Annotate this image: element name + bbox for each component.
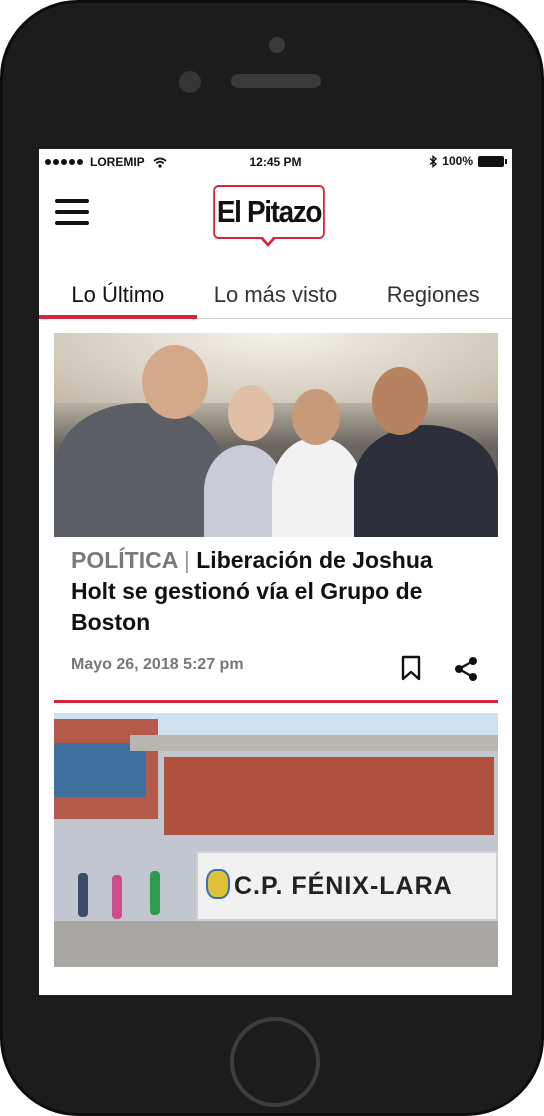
tab-regiones[interactable]: Regiones xyxy=(354,277,512,318)
hamburger-icon[interactable] xyxy=(55,199,89,229)
share-icon[interactable] xyxy=(453,656,479,682)
photo-pedestrian xyxy=(112,875,122,919)
phone-frame: LOREMIP 12:45 PM 100% El Pitazo Lo Últim… xyxy=(0,0,544,1116)
proximity-sensor xyxy=(179,71,201,93)
sign-text: C.P. FÉNIX-LARA xyxy=(234,871,453,900)
photo-windows xyxy=(54,743,146,797)
crest-icon xyxy=(206,869,230,899)
photo-person-head xyxy=(142,345,208,419)
el-pitazo-logo[interactable]: El Pitazo xyxy=(213,185,325,239)
photo-person-head xyxy=(372,367,428,435)
article-card[interactable]: POLÍTICA | Liberación de Joshua Holt se … xyxy=(54,333,498,703)
battery-icon xyxy=(478,155,507,167)
article-card[interactable]: C.P. FÉNIX-LARA xyxy=(54,713,498,967)
photo-roof xyxy=(130,735,498,751)
article-date: Mayo 26, 2018 5:27 pm xyxy=(71,656,244,673)
battery-percent: 100% xyxy=(442,154,473,168)
section-tabs: Lo Último Lo más visto Regiones xyxy=(39,277,512,319)
photo-person xyxy=(354,425,498,537)
front-camera xyxy=(269,37,285,53)
photo-pedestrian xyxy=(78,873,88,917)
earpiece-speaker xyxy=(231,74,321,88)
tab-lo-ultimo[interactable]: Lo Último xyxy=(39,277,197,319)
app-header: El Pitazo xyxy=(39,175,512,259)
photo-building xyxy=(164,757,494,835)
tab-lo-mas-visto[interactable]: Lo más visto xyxy=(197,277,355,318)
article-photo[interactable] xyxy=(54,333,498,537)
photo-person xyxy=(272,437,362,537)
photo-person-head xyxy=(292,389,340,445)
news-feed: POLÍTICA | Liberación de Joshua Holt se … xyxy=(54,333,498,967)
article-category: POLÍTICA xyxy=(71,547,178,573)
photo-sign: C.P. FÉNIX-LARA xyxy=(196,851,498,921)
status-right: 100% xyxy=(429,154,507,168)
photo-person xyxy=(54,403,224,537)
category-separator: | xyxy=(183,547,190,573)
logo-tail-inner xyxy=(262,236,274,243)
photo-person-head xyxy=(228,385,274,441)
article-divider xyxy=(54,700,498,703)
article-photo[interactable]: C.P. FÉNIX-LARA xyxy=(54,713,498,967)
app-screen: LOREMIP 12:45 PM 100% El Pitazo Lo Últim… xyxy=(39,149,512,995)
home-button[interactable] xyxy=(230,1017,320,1107)
article-headline[interactable]: POLÍTICA | Liberación de Joshua Holt se … xyxy=(71,545,481,638)
status-bar: LOREMIP 12:45 PM 100% xyxy=(39,149,512,175)
photo-pedestrian xyxy=(150,871,160,915)
article-meta: Mayo 26, 2018 5:27 pm xyxy=(71,648,481,700)
photo-cabin-ceiling xyxy=(54,333,498,403)
bluetooth-icon xyxy=(429,154,438,168)
bookmark-icon[interactable] xyxy=(401,655,421,681)
article-body: POLÍTICA | Liberación de Joshua Holt se … xyxy=(54,537,498,700)
photo-ground xyxy=(54,921,498,967)
